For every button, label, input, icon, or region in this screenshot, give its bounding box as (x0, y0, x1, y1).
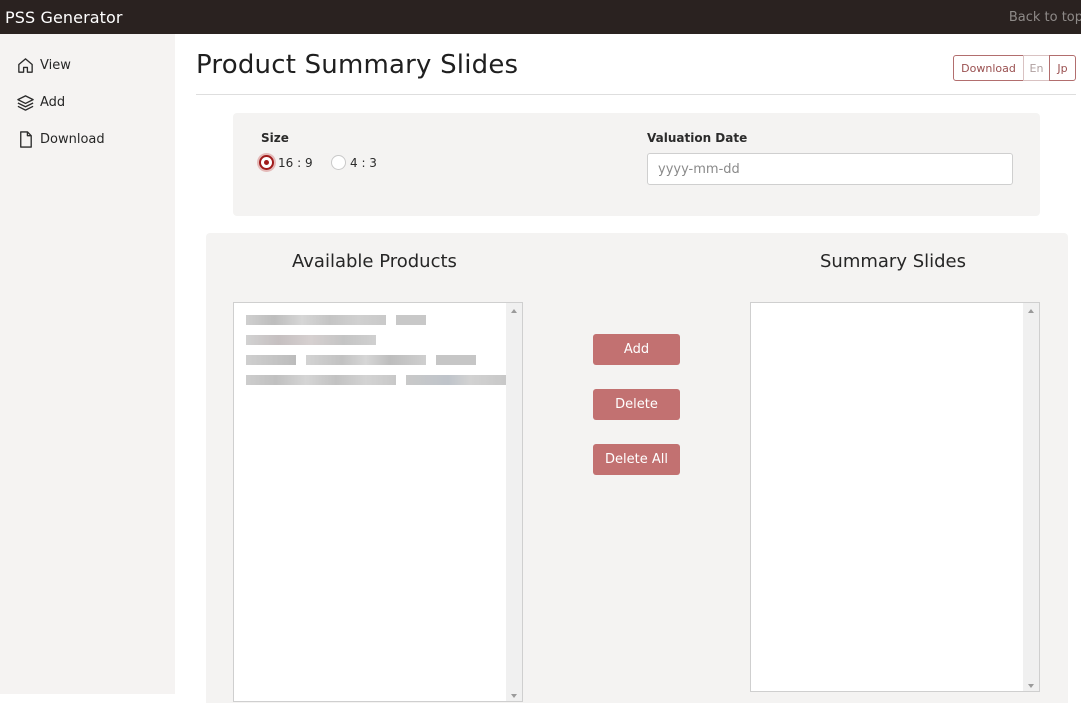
size-radio-4-3[interactable]: 4 : 3 (331, 155, 377, 170)
settings-card: Size 16 : 9 4 : 3 Valuation Date yyyy-mm… (233, 113, 1040, 216)
scroll-up-icon[interactable] (1028, 309, 1034, 313)
available-products-list[interactable] (233, 302, 523, 702)
sidebar-item-label: Add (40, 95, 66, 110)
delete-all-button[interactable]: Delete All (593, 444, 680, 475)
home-icon (18, 58, 33, 73)
products-panel: Available Products Summary Slides Add De… (206, 233, 1068, 703)
valuation-date-label: Valuation Date (647, 131, 748, 145)
scrollbar[interactable] (506, 303, 522, 701)
sidebar-item-label: View (40, 58, 71, 73)
list-item[interactable] (246, 375, 512, 385)
sidebar-item-download[interactable]: Download (16, 130, 105, 149)
top-navbar: PSS Generator Back to top (0, 0, 1081, 34)
list-item[interactable] (246, 355, 476, 365)
download-button[interactable]: Download (953, 55, 1024, 81)
file-icon (20, 131, 32, 148)
header-button-group: Download En Jp (953, 55, 1076, 81)
scroll-down-icon[interactable] (511, 694, 517, 698)
size-radio-16-9[interactable]: 16 : 9 (259, 155, 313, 170)
sidebar-item-view[interactable]: View (16, 56, 71, 75)
scroll-down-icon[interactable] (1028, 684, 1034, 688)
title-divider (196, 94, 1076, 95)
app-brand[interactable]: PSS Generator (0, 8, 123, 27)
radio-label: 16 : 9 (278, 155, 313, 170)
list-item[interactable] (246, 315, 426, 325)
scroll-up-icon[interactable] (511, 309, 517, 313)
radio-label: 4 : 3 (350, 155, 377, 170)
sidebar: View Add Download (0, 34, 175, 694)
radio-checked-icon[interactable] (259, 155, 274, 170)
add-button[interactable]: Add (593, 334, 680, 365)
available-products-heading: Available Products (292, 251, 457, 272)
size-label: Size (261, 131, 289, 145)
lang-en-button[interactable]: En (1023, 55, 1050, 81)
summary-slides-list[interactable] (750, 302, 1040, 692)
back-to-top-link[interactable]: Back to top (1009, 10, 1081, 25)
delete-button[interactable]: Delete (593, 389, 680, 420)
page-title: Product Summary Slides (196, 50, 519, 80)
scrollbar[interactable] (1023, 303, 1039, 691)
valuation-date-input[interactable]: yyyy-mm-dd (647, 153, 1013, 185)
summary-slides-heading: Summary Slides (820, 251, 967, 272)
sidebar-item-add[interactable]: Add (16, 93, 65, 112)
radio-unchecked-icon[interactable] (331, 155, 346, 170)
list-item[interactable] (246, 335, 376, 345)
sidebar-item-label: Download (40, 132, 105, 147)
lang-jp-button[interactable]: Jp (1049, 55, 1076, 81)
main-content: Product Summary Slides Download En Jp Si… (175, 34, 1081, 703)
layers-icon (17, 95, 34, 111)
